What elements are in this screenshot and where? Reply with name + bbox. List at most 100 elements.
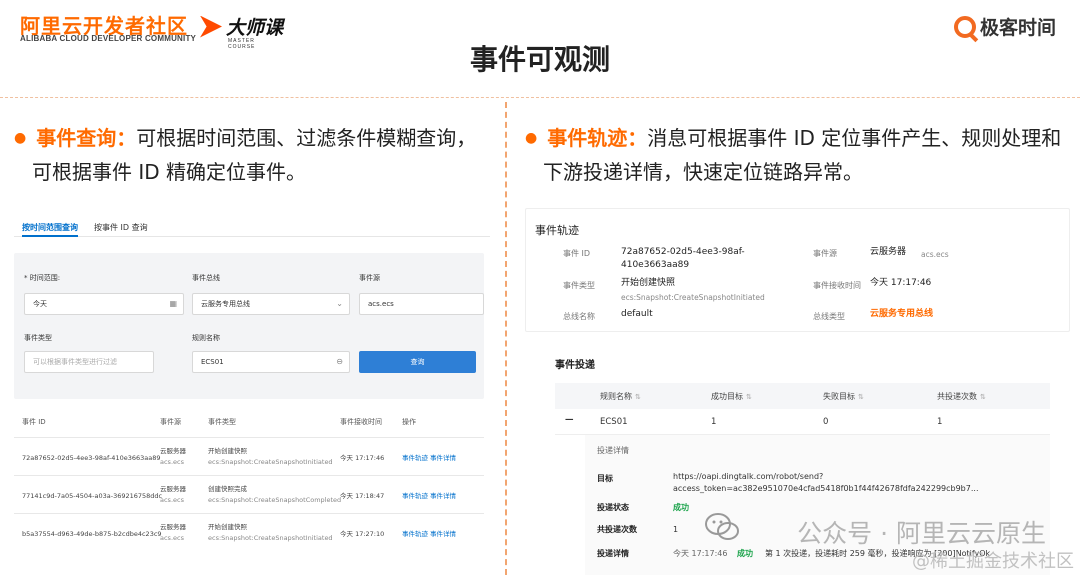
- event-detail-link[interactable]: 事件详情: [430, 453, 456, 464]
- query-tabs: 按时间范围查询 按事件 ID 查询: [14, 213, 490, 237]
- trace-bullet: ● 事件轨迹：消息可根据事件 ID 定位事件产生、规则处理和 下游投递详情，快速定…: [525, 121, 1075, 189]
- event-query-panel: 按时间范围查询 按事件 ID 查询 * 时间范围: 今天 ▦ 事件总线 云服务专…: [14, 213, 490, 575]
- row-type: 开始创建快照: [208, 447, 247, 455]
- row-source-code: acs.ecs: [160, 534, 184, 542]
- bus-name-label: 总线名称: [563, 312, 595, 321]
- tab-event-id[interactable]: 按事件 ID 查询: [94, 222, 148, 233]
- col-actions: 操作: [402, 418, 416, 426]
- event-trace-link[interactable]: 事件轨迹: [402, 453, 428, 464]
- sort-icon: ⇅: [746, 393, 752, 401]
- delivery-count-value: 1: [673, 525, 679, 534]
- event-id-label: 事件 ID: [563, 249, 591, 258]
- juejin-watermark: @稀土掘金技术社区: [912, 551, 1074, 572]
- success-target-count: 1: [711, 417, 717, 427]
- event-trace-link[interactable]: 事件轨迹: [402, 529, 428, 540]
- time-range-value: 今天: [33, 300, 47, 308]
- delivery-info-status: 成功: [737, 549, 753, 558]
- col-receive-time[interactable]: 事件接收时间: [340, 417, 382, 427]
- total-deliveries-count: 1: [937, 417, 943, 427]
- query-button[interactable]: 查询: [359, 351, 476, 373]
- delivery-status-label: 投递状态: [597, 503, 629, 512]
- event-bus-value: 云服务专用总线: [201, 300, 250, 308]
- row-source-code: acs.ecs: [160, 496, 184, 504]
- row-source: 云服务器: [160, 447, 186, 455]
- query-bullet-line2: 可根据事件 ID 精确定位事件。: [32, 160, 307, 184]
- col-event-type: 事件类型: [208, 418, 236, 426]
- tab-time-range[interactable]: 按时间范围查询: [22, 222, 78, 233]
- event-type-input[interactable]: 可以根据事件类型进行过滤: [24, 351, 154, 373]
- row-time: 今天 17:27:10: [340, 530, 385, 538]
- trace-bullet-key: 事件轨迹：: [547, 126, 648, 150]
- time-range-input[interactable]: 今天 ▦: [24, 293, 184, 315]
- trace-bullet-line2: 下游投递详情，快速定位链路异常。: [543, 160, 863, 184]
- event-detail-link[interactable]: 事件详情: [430, 529, 456, 540]
- event-source-label: 事件源: [813, 249, 837, 258]
- bus-type-value: 云服务专用总线: [870, 309, 934, 319]
- event-bus-select[interactable]: 云服务专用总线 ⌄: [192, 293, 350, 315]
- geektime-text: 极客时间: [979, 17, 1056, 39]
- wechat-watermark: 公众号 · 阿里云云原生: [797, 519, 1046, 548]
- sort-icon: ⇅: [980, 393, 986, 401]
- event-type-placeholder: 可以根据事件类型进行过滤: [33, 358, 117, 366]
- event-type-label: 事件类型: [24, 334, 52, 342]
- wechat-icon: [705, 513, 739, 540]
- col-rule-name[interactable]: 规则名称 ⇅: [600, 391, 641, 402]
- event-source-value: acs.ecs: [368, 300, 394, 308]
- delivery-status-value: 成功: [673, 503, 689, 512]
- row-type: 创建快照完成: [208, 485, 247, 493]
- col-event-id[interactable]: 事件 ID: [22, 417, 46, 427]
- query-filters: * 时间范围: 今天 ▦ 事件总线 云服务专用总线 ⌄ 事件源 acs.ecs …: [14, 253, 484, 399]
- time-range-label: * 时间范围:: [24, 274, 61, 282]
- row-time: 今天 17:17:46: [340, 454, 385, 462]
- row-source-code: acs.ecs: [160, 458, 184, 466]
- row-time: 今天 17:18:47: [340, 492, 385, 500]
- delivery-count-label: 共投递次数: [597, 525, 637, 534]
- rule-name-value: ECS01: [201, 358, 224, 366]
- clear-icon[interactable]: ⊖: [336, 352, 343, 372]
- receive-time-value: 今天 17:17:46: [870, 278, 932, 288]
- col-total-deliveries[interactable]: 共投递次数 ⇅: [937, 391, 986, 402]
- delivery-info-label: 投递详情: [597, 549, 629, 558]
- rule-name-input[interactable]: ECS01 ⊖: [192, 351, 350, 373]
- master-course-text: 大师课: [226, 17, 284, 39]
- delivery-detail-title: 投递详情: [597, 446, 629, 455]
- col-fail-target[interactable]: 失败目标 ⇅: [823, 391, 864, 402]
- row-type-code: ecs:Snapshot:CreateSnapshotCompleted: [208, 496, 342, 504]
- event-id-value-line2: 410e3663aa89: [621, 260, 690, 270]
- tab-active-indicator: [22, 235, 78, 237]
- sort-icon: ⇅: [858, 393, 864, 401]
- col-success-target[interactable]: 成功目标 ⇅: [711, 391, 752, 402]
- header-divider: [0, 97, 1080, 98]
- bullet-dot-icon: ●: [525, 130, 538, 146]
- row-type-code: ecs:Snapshot:CreateSnapshotInitiated: [208, 458, 333, 466]
- collapse-toggle[interactable]: —: [565, 415, 574, 425]
- col-event-source: 事件源: [160, 418, 181, 426]
- event-type-code: ecs:Snapshot:CreateSnapshotInitiated: [621, 293, 765, 302]
- fail-target-count: 0: [823, 417, 829, 427]
- column-divider: [505, 102, 507, 575]
- calendar-icon: ▦: [169, 299, 177, 308]
- query-bullet: ● 事件查询：可根据时间范围、过滤条件模糊查询， 可根据事件 ID 精确定位事件。: [14, 121, 500, 189]
- event-type-label: 事件类型: [563, 281, 595, 290]
- bus-type-label: 总线类型: [813, 312, 845, 321]
- row-type-code: ecs:Snapshot:CreateSnapshotInitiated: [208, 534, 333, 542]
- event-id-value-line1: 72a87652-02d5-4ee3-98af-: [621, 247, 745, 257]
- event-source-input[interactable]: acs.ecs: [359, 293, 484, 315]
- event-source-code: acs.ecs: [921, 250, 949, 259]
- trace-bullet-line1: 消息可根据事件 ID 定位事件产生、规则处理和: [647, 126, 1062, 150]
- event-source-value: 云服务器: [870, 247, 907, 257]
- rule-name-link[interactable]: ECS01: [600, 417, 628, 427]
- table-row: b5a37554-d963-49de-b875-b2cdbe4c23c9 云服务…: [14, 513, 484, 551]
- sort-icon: ⇅: [635, 393, 641, 401]
- delivery-info-time: 今天 17:17:46: [673, 549, 728, 558]
- table-row: 72a87652-02d5-4ee3-98af-410e3663aa89 云服务…: [14, 437, 484, 475]
- delivery-title: 事件投递: [555, 360, 595, 371]
- master-course-logo: 大师课 MASTER COURSE: [200, 13, 284, 50]
- event-trace-link[interactable]: 事件轨迹: [402, 491, 428, 502]
- receive-time-label: 事件接收时间: [813, 281, 861, 290]
- event-detail-link[interactable]: 事件详情: [430, 491, 456, 502]
- query-bullet-line1: 可根据时间范围、过滤条件模糊查询，: [136, 126, 477, 150]
- target-url-line2: access_token=ac382e951070e4cfad5418f0b1f…: [673, 484, 979, 493]
- event-bus-label: 事件总线: [192, 274, 220, 282]
- table-row: 77141c9d-7a05-4504-a03a-369216758ddc 云服务…: [14, 475, 484, 513]
